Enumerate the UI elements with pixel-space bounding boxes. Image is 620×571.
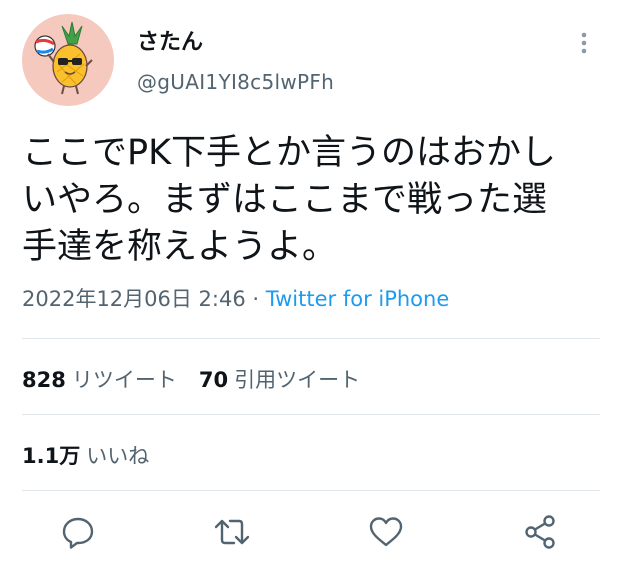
quotes-stat[interactable]: 70 引用ツイート xyxy=(199,368,360,392)
retweets-count: 828 xyxy=(22,368,66,392)
tweet-source-link[interactable]: Twitter for iPhone xyxy=(266,287,450,311)
avatar[interactable] xyxy=(22,14,114,106)
quotes-count: 70 xyxy=(198,368,229,392)
like-button[interactable] xyxy=(366,512,406,552)
likes-label: いいね xyxy=(86,444,150,468)
reply-icon xyxy=(62,517,94,549)
retweet-quote-stats: 828 リツイート 70 引用ツイート xyxy=(22,364,360,394)
display-name[interactable]: さたん xyxy=(137,24,203,56)
share-icon xyxy=(525,515,555,549)
tweet-meta: 2022年12月06日 2:46 · Twitter for iPhone xyxy=(22,283,449,313)
retweet-icon xyxy=(214,519,250,545)
divider xyxy=(22,414,600,415)
tweet-text: ここでPK下手とか言うのはおかし いやろ。まずはここまで戦った選 手達を称えよう… xyxy=(22,133,557,267)
meta-separator: · xyxy=(245,287,266,311)
divider xyxy=(22,338,600,339)
likes-count: 1.1万 xyxy=(22,444,81,468)
divider xyxy=(22,490,600,491)
tweet-timestamp[interactable]: 2022年12月06日 2:46 xyxy=(22,287,246,311)
reply-button[interactable] xyxy=(58,512,98,552)
more-vertical-icon xyxy=(581,32,587,54)
more-options-button[interactable] xyxy=(572,28,596,58)
share-button[interactable] xyxy=(520,512,560,552)
heart-icon xyxy=(369,517,403,547)
retweet-button[interactable] xyxy=(212,512,252,552)
retweets-label: リツイート xyxy=(71,368,177,392)
pineapple-mascot-icon xyxy=(34,21,93,95)
likes-stats[interactable]: 1.1万 いいね xyxy=(22,440,149,470)
retweets-stat[interactable]: 828 リツイート xyxy=(22,368,177,392)
user-handle[interactable]: @gUAI1YI8c5lwPFh xyxy=(137,70,334,94)
tweet-detail: さたん @gUAI1YI8c5lwPFh ここでPK下手とか言うのはおかし いや… xyxy=(0,0,620,571)
quotes-label: 引用ツイート xyxy=(234,368,361,392)
